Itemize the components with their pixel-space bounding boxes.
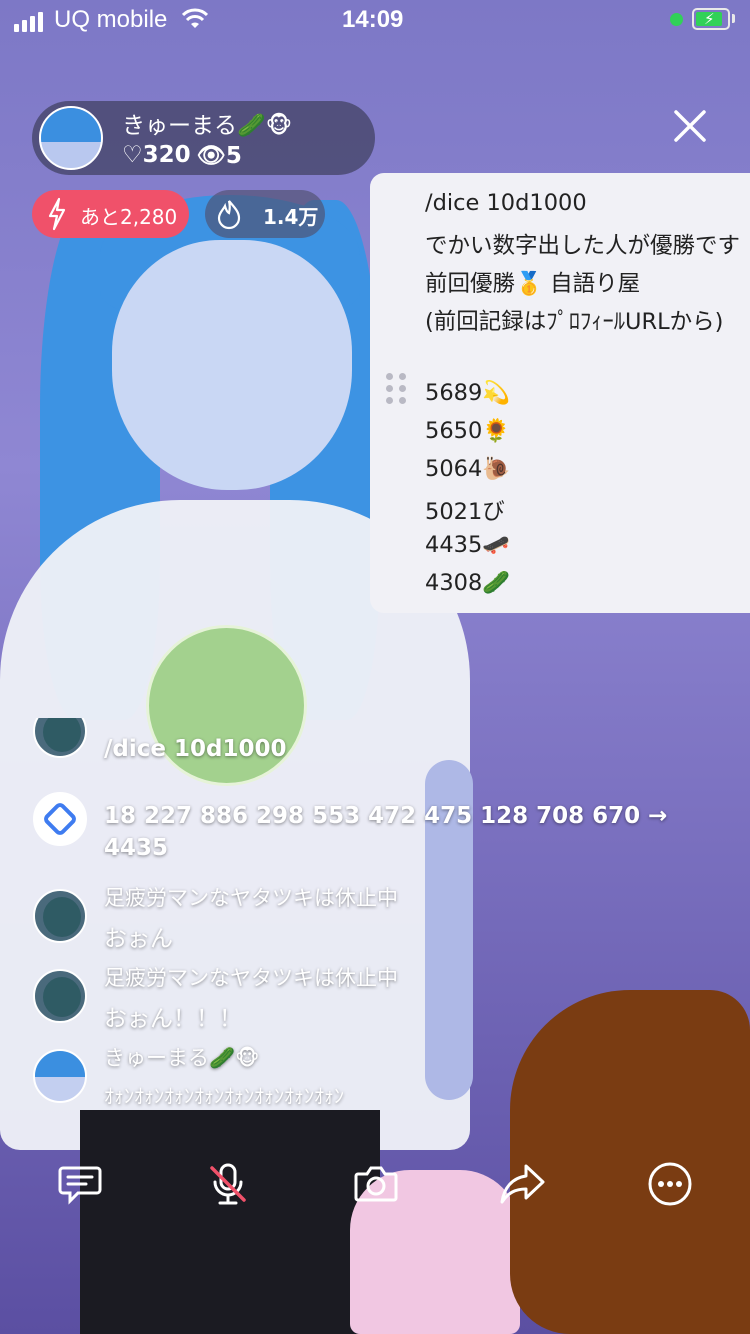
host-card[interactable]: きゅーまる🥒🐵 ♡320 👁5	[32, 101, 375, 175]
clock: 14:09	[342, 6, 404, 33]
note-line: でかい数字出した人が優勝です	[425, 233, 741, 259]
host-avatar[interactable]	[39, 106, 103, 170]
carrier-name: UQ mobile	[54, 6, 168, 33]
pinned-note[interactable]: /dice 10d1000 でかい数字出した人が優勝です 前回優勝🥇 自語り屋 …	[370, 173, 750, 613]
mic-toggle-button[interactable]	[204, 1160, 252, 1208]
flame-icon	[217, 200, 241, 230]
host-stats: ♡320 👁5	[122, 142, 242, 169]
more-button[interactable]	[646, 1160, 694, 1208]
chat-username: 足疲労マンなヤタツキは休止中	[104, 966, 398, 990]
chat-message-text: おぉん！！！	[104, 1006, 242, 1032]
chat-username: きゅーまる🥒🐵	[104, 1046, 260, 1070]
signal-icon	[14, 12, 43, 32]
note-line: 4435🛹	[425, 532, 511, 558]
battery-cap	[732, 14, 735, 23]
gift-goal-remaining: あと2,280	[80, 205, 178, 229]
close-button[interactable]	[670, 106, 710, 146]
dice-bot-avatar[interactable]	[33, 792, 87, 846]
chat-message-text: おぉん	[104, 926, 173, 952]
mic-in-use-indicator	[670, 13, 683, 26]
avatar-face	[112, 240, 352, 490]
more-icon	[648, 1162, 692, 1206]
note-line: 5650🌻	[425, 418, 511, 444]
like-count: ♡320	[122, 142, 191, 168]
points-value: 1.4万	[263, 205, 319, 229]
share-icon	[500, 1164, 545, 1204]
comment-icon	[58, 1166, 102, 1205]
avatar-pants	[80, 1110, 380, 1334]
note-line: 前回優勝🥇 自語り屋	[425, 271, 641, 297]
note-line: (前回記録はﾌﾟﾛﾌｨｰﾙURLから)	[425, 309, 724, 335]
note-line: /dice 10d1000	[425, 190, 587, 216]
gift-goal-pill[interactable]: あと2,280	[32, 190, 189, 238]
chat-avatar[interactable]	[33, 1049, 87, 1103]
viewer-count: 👁5	[196, 143, 242, 169]
lightning-icon	[48, 197, 66, 231]
note-line: 5064🐌	[425, 456, 511, 482]
bottom-toolbar	[0, 1160, 750, 1220]
note-line: 5689💫	[425, 380, 511, 406]
chat-message-text: 4435	[104, 835, 169, 861]
chat-message-text: /dice 10d1000	[104, 736, 287, 762]
comment-button[interactable]	[56, 1160, 104, 1208]
chat-avatar[interactable]	[33, 969, 87, 1023]
note-line: 5021び	[425, 499, 505, 525]
chat-message-text: ｵｫﾝｵｫﾝｵｫﾝｵｫﾝｵｫﾝｵｫﾝｵｫﾝｵｫﾝ	[104, 1084, 344, 1108]
battery-icon: ⚡	[692, 8, 730, 30]
chat-avatar[interactable]	[33, 889, 87, 943]
note-line: 4308🥒	[425, 570, 511, 596]
camera-button[interactable]	[352, 1160, 400, 1208]
close-icon	[674, 110, 706, 142]
status-bar: UQ mobile 14:09 ⚡	[0, 0, 750, 40]
chat-message-text: 18 227 886 298 553 472 475 128 708 670 →	[104, 803, 668, 829]
chat-username: 足疲労マンなヤタツキは休止中	[104, 886, 398, 910]
wifi-icon	[182, 8, 208, 28]
points-pill[interactable]: 1.4万	[205, 190, 325, 238]
camera-icon	[354, 1166, 398, 1202]
dice-bot-icon	[44, 803, 76, 835]
mic-off-icon	[210, 1163, 246, 1205]
share-button[interactable]	[498, 1160, 546, 1208]
drag-handle-icon[interactable]	[386, 373, 406, 404]
host-name: きゅーまる🥒🐵	[122, 113, 293, 139]
